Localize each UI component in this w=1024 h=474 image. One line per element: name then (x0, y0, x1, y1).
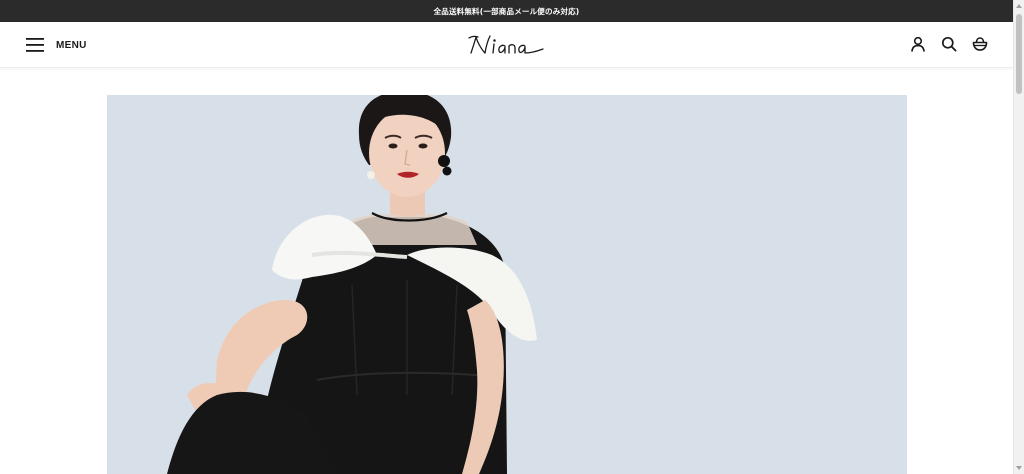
announcement-text: 全品送料無料(一部商品メール便のみ対応) (433, 6, 580, 16)
scroll-up-arrow[interactable] (1016, 4, 1022, 8)
hero-banner[interactable] (107, 95, 907, 474)
menu-label: MENU (56, 39, 87, 51)
announcement-bar: 全品送料無料(一部商品メール便のみ対応) (0, 0, 1013, 22)
scroll-down-arrow[interactable] (1016, 466, 1022, 470)
menu-button[interactable]: MENU (26, 35, 87, 55)
page-scrollbar[interactable] (1013, 0, 1024, 474)
brand-logo[interactable] (467, 31, 547, 59)
scrollbar-thumb[interactable] (1016, 14, 1022, 94)
account-icon[interactable] (909, 35, 927, 53)
hero-model-image (107, 95, 907, 474)
header-actions (909, 35, 989, 53)
site-header: MENU (0, 22, 1013, 68)
hamburger-icon (26, 38, 44, 52)
cart-icon[interactable] (971, 35, 989, 53)
search-icon[interactable] (940, 35, 958, 53)
